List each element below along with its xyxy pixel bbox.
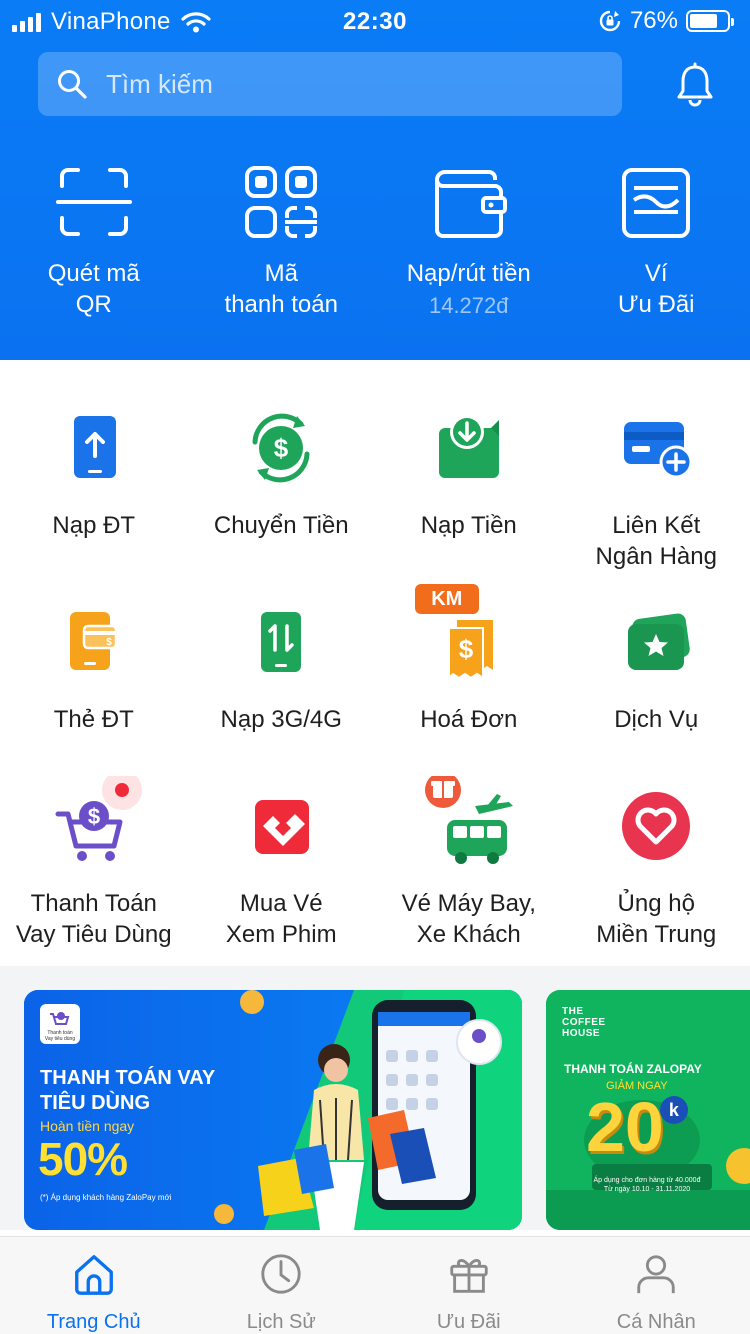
coffee-brand: THE COFFEE HOUSE xyxy=(562,1006,606,1039)
coffee-unit-badge: k xyxy=(659,1096,688,1124)
coffee-amount: 20 k xyxy=(586,1090,688,1164)
service-movie-ticket[interactable]: Mua Vé Xem Phim xyxy=(188,776,376,950)
service-phone-card[interactable]: $ Thẻ ĐT xyxy=(0,592,188,735)
wallet-balance: 14.272đ xyxy=(428,293,509,318)
promo-badge: KM xyxy=(414,584,479,614)
notification-bell-icon[interactable] xyxy=(672,62,718,108)
tab-label: Ưu Đãi xyxy=(436,1311,501,1333)
qr-scan-icon xyxy=(54,160,134,244)
service-label: Ủng hộ Miền Trung xyxy=(596,890,717,948)
services-grid: Nạp ĐT $ Chuyển Tiền Nạp Tiền Liên Kết N… xyxy=(0,360,750,966)
bottom-tab-bar: Trang Chủ Lịch Sử Ưu Đãi Cá Nhân xyxy=(0,1236,750,1334)
cashback-percent: 50% xyxy=(38,1133,128,1185)
loan-payment-icon: $ xyxy=(44,776,144,876)
voucher-wallet-label: Ví Ưu Đãi xyxy=(617,260,695,318)
service-label: Dịch Vụ xyxy=(614,706,699,733)
home-screen: VinaPhone 22:30 76% Tìm kiếm Quét mã QR … xyxy=(0,0,750,1334)
status-bar: VinaPhone 22:30 76% xyxy=(0,0,750,42)
tab-history[interactable]: Lịch Sử xyxy=(188,1237,376,1334)
service-phone-topup[interactable]: Nạp ĐT xyxy=(0,398,188,541)
service-donation[interactable]: Ủng hộ Miền Trung xyxy=(563,776,750,950)
tab-label: Trang Chủ xyxy=(46,1311,141,1333)
services-icon xyxy=(606,592,706,692)
profile-icon xyxy=(637,1255,675,1294)
home-icon xyxy=(74,1255,113,1295)
payment-code-label: Mã thanh toán xyxy=(224,260,338,318)
banner-title: THANH TOÁN VAY TIÊU DÙNG xyxy=(40,1067,216,1114)
rotation-lock-icon xyxy=(599,10,621,32)
scan-qr-label: Quét mã QR xyxy=(47,260,140,318)
movie-ticket-icon xyxy=(231,776,331,876)
payment-code-icon xyxy=(241,160,321,244)
service-label: Nạp 3G/4G xyxy=(220,706,342,733)
status-right: 76% xyxy=(598,7,734,35)
phone-topup-icon xyxy=(44,398,144,498)
service-label: Nạp Tiền xyxy=(420,512,517,539)
service-label: Thẻ ĐT xyxy=(53,706,134,733)
search-bar[interactable] xyxy=(38,52,622,116)
loan-promo-banner[interactable]: Thanh toán Vay tiêu dùng THANH TOÁN VAY … xyxy=(24,990,522,1230)
svg-text:$: $ xyxy=(88,804,100,829)
banner-subtitle: Hoàn tiền ngay xyxy=(40,1118,135,1134)
phone-card-icon: $ xyxy=(44,592,144,692)
service-flight-bus[interactable]: Vé Máy Bay, Xe Khách xyxy=(375,776,563,950)
battery-percent: 76% xyxy=(629,7,678,34)
service-money-transfer[interactable]: $ Chuyển Tiền xyxy=(188,398,376,541)
service-label: Hoá Đơn xyxy=(420,706,518,733)
service-label: Mua Vé Xem Phim xyxy=(225,890,337,948)
service-bank-link[interactable]: Liên Kết Ngân Hàng xyxy=(563,398,750,572)
tab-label: Lịch Sử xyxy=(246,1311,316,1333)
voucher-wallet-button[interactable]: Ví Ưu Đãi xyxy=(563,160,750,321)
bill-icon: $ KM xyxy=(414,584,519,692)
search-icon xyxy=(58,70,87,99)
coffee-house-banner[interactable]: THE COFFEE HOUSE THANH TOÁN ZALOPAY GIẢM… xyxy=(546,990,750,1230)
bank-link-icon xyxy=(606,398,706,498)
service-label: Liên Kết Ngân Hàng xyxy=(595,512,717,570)
flight-bus-icon xyxy=(419,776,519,876)
svg-text:$: $ xyxy=(106,637,112,648)
tab-profile[interactable]: Cá Nhân xyxy=(563,1237,750,1334)
service-bill[interactable]: $ KM Hoá Đơn xyxy=(375,584,563,735)
tab-offers[interactable]: Ưu Đãi xyxy=(375,1237,563,1334)
loan-logo: Thanh toán Vay tiêu dùng xyxy=(40,1004,80,1044)
service-label: Chuyển Tiền xyxy=(213,512,349,539)
gift-icon xyxy=(450,1259,488,1293)
service-label: Thanh Toán Vay Tiêu Dùng xyxy=(15,890,172,948)
tab-home[interactable]: Trang Chủ xyxy=(0,1237,188,1334)
voucher-wallet-icon xyxy=(616,160,696,244)
top-actions: Quét mã QR Mã thanh toán Nạp/rút tiền 14… xyxy=(0,160,750,321)
topup-withdraw-button[interactable]: Nạp/rút tiền 14.272đ xyxy=(375,160,563,321)
service-deposit[interactable]: Nạp Tiền xyxy=(375,398,563,541)
data-topup-icon xyxy=(231,592,331,692)
loan-logo-icon xyxy=(50,1012,70,1025)
deposit-icon xyxy=(419,398,519,498)
topup-withdraw-label: Nạp/rút tiền 14.272đ xyxy=(407,258,531,321)
service-label: Nạp ĐT xyxy=(52,512,136,539)
coffee-title: THANH TOÁN ZALOPAY xyxy=(564,1062,702,1076)
donation-heart-icon xyxy=(606,776,706,876)
battery-fill xyxy=(690,14,717,28)
service-loan-payment[interactable]: $ Thanh Toán Vay Tiêu Dùng xyxy=(0,776,188,950)
payment-code-button[interactable]: Mã thanh toán xyxy=(188,160,376,321)
header: VinaPhone 22:30 76% Tìm kiếm Quét mã QR … xyxy=(0,0,750,360)
wallet-icon xyxy=(429,160,509,244)
svg-text:$: $ xyxy=(459,634,474,664)
tab-label: Cá Nhân xyxy=(616,1311,696,1333)
svg-text:$: $ xyxy=(274,433,289,463)
banner-note: (*) Áp dụng khách hàng ZaloPay mới xyxy=(40,1193,172,1202)
scan-qr-button[interactable]: Quét mã QR xyxy=(0,160,188,321)
service-data-topup[interactable]: Nạp 3G/4G xyxy=(188,592,376,735)
service-other[interactable]: Dịch Vụ xyxy=(563,592,750,735)
clock-icon xyxy=(261,1254,301,1294)
coffee-note: Áp dụng cho đơn hàng từ 40.000đ Từ ngày … xyxy=(593,1177,701,1193)
battery-icon xyxy=(686,10,734,32)
search-input[interactable] xyxy=(106,68,586,100)
money-transfer-icon: $ xyxy=(231,398,331,498)
service-label: Vé Máy Bay, Xe Khách xyxy=(401,890,536,948)
